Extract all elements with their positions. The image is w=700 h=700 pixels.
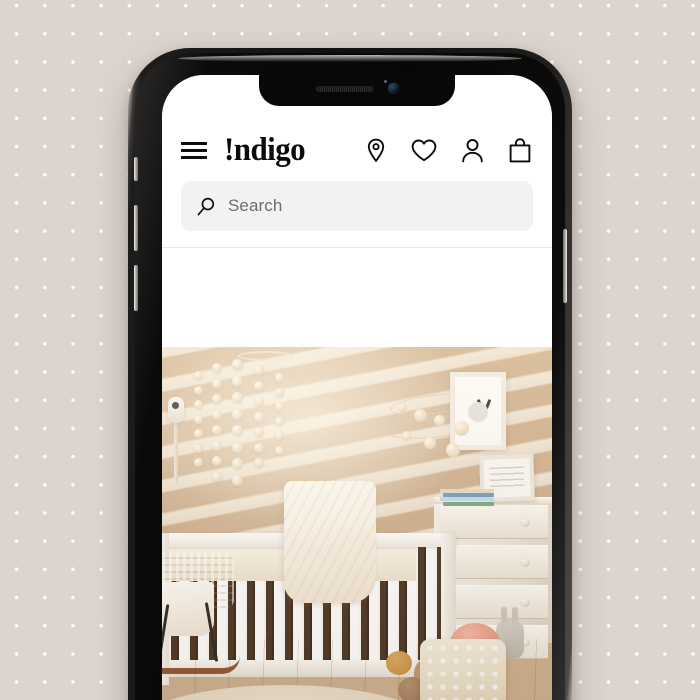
mobile-bead — [424, 437, 436, 449]
wall-hanging-bead — [232, 474, 243, 486]
drawer-knob — [521, 518, 530, 527]
phone-notch — [259, 75, 455, 106]
mobile-bead — [434, 415, 445, 426]
frame-artwork — [489, 466, 525, 492]
silent-switch-button[interactable] — [133, 157, 138, 181]
lion-plush — [386, 651, 412, 675]
dresser-book — [443, 501, 494, 506]
mobile-bead — [454, 421, 469, 436]
wall-hanging-bead — [194, 371, 203, 380]
search-input[interactable] — [227, 196, 517, 216]
wall-hanging-bead — [232, 375, 243, 387]
wall-hanging-bead — [194, 443, 203, 453]
header-spacer — [162, 248, 552, 286]
wall-hanging-bead — [194, 414, 203, 424]
wall-hanging-bead — [194, 400, 203, 409]
wall-hanging-bead — [275, 445, 284, 455]
phone-device: !ndigo — [128, 48, 572, 700]
wall-hanging-bead — [275, 402, 284, 411]
bunny-ear — [512, 607, 518, 623]
wall-hanging-bead — [254, 396, 264, 406]
frame-highlight — [178, 54, 522, 62]
dresser-drawer — [440, 585, 548, 619]
power-button[interactable] — [562, 229, 567, 303]
wall-hanging-bead — [194, 385, 203, 395]
wall-hanging-bead — [254, 411, 264, 422]
dresser-drawer — [440, 545, 548, 579]
beaded-wall-hanging — [190, 351, 302, 486]
wishlist-heart-icon[interactable] — [411, 137, 437, 163]
wall-hanging-bead — [232, 441, 243, 453]
hero-nursery-image[interactable] — [162, 347, 552, 700]
front-camera-icon — [387, 83, 399, 94]
store-locator-icon[interactable] — [363, 137, 389, 163]
wall-hanging-bead — [212, 409, 222, 420]
dresser-drawer — [440, 505, 548, 539]
search-magnifier-icon — [197, 197, 215, 215]
drawer-knob — [521, 558, 530, 567]
wall-hanging-bead — [254, 442, 264, 453]
page-backdrop: !ndigo — [0, 0, 700, 700]
hamburger-menu-icon[interactable] — [181, 141, 207, 159]
top-navigation-bar: !ndigo — [162, 123, 552, 177]
framed-bunny-art — [450, 372, 506, 450]
draped-blanket — [284, 481, 376, 603]
wall-hanging-bead — [232, 392, 243, 403]
wall-hanging-bead — [254, 427, 264, 437]
wall-hanging-bead — [212, 456, 222, 466]
baby-monitor-lens-icon — [172, 402, 179, 409]
phone-bezel: !ndigo — [133, 53, 567, 700]
baby-monitor — [168, 397, 184, 423]
wall-hanging-bead — [212, 471, 222, 482]
header-action-icons — [363, 137, 533, 163]
wall-hanging-bead — [194, 429, 203, 438]
wall-hanging-bead — [212, 394, 222, 404]
bunny-body — [468, 402, 488, 423]
search-section — [162, 177, 552, 247]
wall-hanging-bead — [275, 373, 284, 382]
wall-hanging-bead — [232, 425, 243, 436]
shopping-bag-icon[interactable] — [507, 137, 533, 163]
bunny-ear — [501, 607, 507, 623]
hamburger-bar — [181, 155, 207, 159]
wall-hanging-bead — [212, 425, 222, 435]
toy-basket — [420, 639, 506, 700]
wall-hanging-bead — [194, 458, 203, 467]
phone-screen: !ndigo — [162, 75, 552, 700]
wall-hanging-bead — [232, 408, 243, 420]
app-header: !ndigo — [162, 75, 552, 286]
brand-logo[interactable]: !ndigo — [224, 133, 306, 167]
wall-hanging-bead — [254, 380, 264, 391]
wall-hanging-bead — [212, 363, 222, 373]
mobile-ring — [238, 351, 294, 361]
hamburger-bar — [181, 148, 207, 152]
dresser-book — [440, 497, 494, 502]
earpiece-speaker-icon — [315, 85, 374, 92]
drawer-knob — [521, 598, 530, 607]
wall-hanging-bead — [212, 378, 222, 389]
wall-hanging-bead — [254, 458, 264, 468]
wall-hanging-bead — [254, 365, 264, 375]
volume-up-button[interactable] — [133, 205, 138, 251]
wall-hanging-bead — [275, 416, 284, 426]
mobile-bead — [398, 403, 407, 412]
mobile-bead — [446, 443, 460, 457]
mobile-bead — [414, 409, 427, 422]
account-person-icon[interactable] — [459, 137, 485, 163]
baby-monitor-stand — [174, 421, 178, 483]
wall-hanging-bead — [275, 387, 284, 397]
wall-hanging-bead — [275, 431, 284, 440]
wall-hanging-bead — [212, 440, 222, 451]
hamburger-bar — [181, 141, 207, 145]
books-on-dresser — [440, 489, 494, 506]
wall-hanging-bead — [232, 359, 243, 370]
wall-hanging-bead — [232, 458, 243, 469]
search-bar[interactable] — [181, 181, 533, 231]
mobile-bead — [402, 431, 412, 441]
volume-down-button[interactable] — [133, 265, 138, 311]
